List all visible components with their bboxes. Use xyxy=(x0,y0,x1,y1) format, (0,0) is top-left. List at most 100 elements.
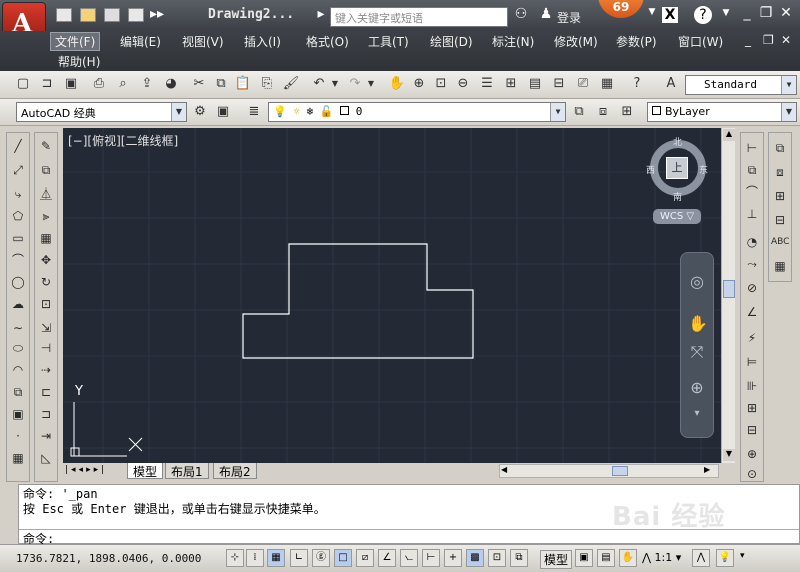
cut-icon[interactable]: ✂ xyxy=(190,75,208,93)
quick-properties-icon[interactable]: ⊡ xyxy=(488,549,506,567)
front-view-icon[interactable]: ⊞ xyxy=(771,187,789,205)
color-select[interactable]: ByLayer ▼ xyxy=(647,102,797,122)
inspect-icon[interactable]: ⊙ xyxy=(743,465,761,483)
ordinate-icon[interactable]: ⊥ xyxy=(743,205,761,223)
break-icon[interactable]: ⊏ xyxy=(37,383,55,401)
viewcube-north-label[interactable]: 北 xyxy=(673,135,682,148)
copy-object-icon[interactable]: ⧉ xyxy=(37,161,55,179)
arc-icon[interactable]: ⌒ xyxy=(9,251,27,269)
paste-special-icon[interactable]: ⎘ xyxy=(258,75,276,93)
snap-mode-icon[interactable]: ⁞ xyxy=(246,549,264,567)
polyline-icon[interactable]: ⤷ xyxy=(9,185,27,203)
chamfer-icon[interactable]: ⇥ xyxy=(37,427,55,445)
minimize-window-icon[interactable]: _ xyxy=(738,5,756,23)
dimension-space-icon[interactable]: ⊞ xyxy=(743,399,761,417)
dropdown-arrow-icon[interactable]: ▼ xyxy=(643,7,661,25)
linear-dimension-icon[interactable]: ⊢ xyxy=(743,139,761,157)
menu-file[interactable]: 文件(F) xyxy=(50,32,101,51)
left-view-icon[interactable]: ⊟ xyxy=(771,211,789,229)
viewcube-west-label[interactable]: 西 xyxy=(646,163,655,176)
lightbulb-icon[interactable]: 💡 xyxy=(716,549,734,567)
circle-icon[interactable]: ◯ xyxy=(9,273,27,291)
open-file-icon[interactable] xyxy=(80,8,96,22)
angular-icon[interactable]: ∠ xyxy=(743,303,761,321)
quick-view-drawings-icon[interactable]: ▤ xyxy=(597,549,615,567)
mirror-icon[interactable]: ⏅ xyxy=(37,185,55,203)
open-icon[interactable]: ⊐ xyxy=(38,75,56,93)
undo-dropdown-icon[interactable]: ▼ xyxy=(326,75,344,93)
scroll-down-icon[interactable]: ▼ xyxy=(723,449,735,461)
drawing-canvas[interactable]: [−][俯视][二维线框] Y xyxy=(63,128,721,463)
polar-tracking-icon[interactable]: ⓖ xyxy=(312,549,330,567)
calculator-icon[interactable]: ▦ xyxy=(598,75,616,93)
arc-length-icon[interactable]: ⌒ xyxy=(743,183,761,201)
tab-model[interactable]: 模型 xyxy=(127,463,164,479)
text-style-select[interactable]: Standard ▼ xyxy=(685,75,797,95)
workspace-toggle-icon[interactable]: ▣ xyxy=(214,103,232,121)
annotation-visibility-icon[interactable]: ⋀ xyxy=(692,549,710,567)
pan-icon[interactable]: ✋ xyxy=(388,75,406,93)
dynamic-input-icon[interactable]: ⊢ xyxy=(422,549,440,567)
grid-display-icon[interactable]: ▦ xyxy=(267,549,285,567)
tool-palettes-icon[interactable]: ▤ xyxy=(526,75,544,93)
baseline-icon[interactable]: ⊨ xyxy=(743,353,761,371)
insert-block-icon[interactable]: ⧉ xyxy=(9,383,27,401)
line-icon[interactable]: ╱ xyxy=(9,137,27,155)
erase-icon[interactable]: ✎ xyxy=(37,137,55,155)
vertical-scrollbar[interactable]: ▲ ▼ xyxy=(721,128,735,463)
menu-help[interactable]: 帮助(H) xyxy=(58,53,100,70)
spline-icon[interactable]: ∼ xyxy=(9,319,27,337)
zoom-previous-icon[interactable]: ⊖ xyxy=(454,75,472,93)
offset-icon[interactable]: ⫸ xyxy=(37,207,55,225)
steering-wheel-icon[interactable]: ◎ xyxy=(688,273,706,291)
fillet-icon[interactable]: ◺ xyxy=(37,449,55,467)
pan-hand-icon[interactable]: ✋ xyxy=(688,315,708,333)
menu-modify[interactable]: 修改(M) xyxy=(554,33,598,50)
transparency-icon[interactable]: ▩ xyxy=(466,549,484,567)
scroll-right-icon[interactable]: ▶ xyxy=(704,465,716,477)
make-block-icon[interactable]: ▣ xyxy=(9,405,27,423)
trim-icon[interactable]: ⊣ xyxy=(37,339,55,357)
center-mark-icon[interactable]: ⊕ xyxy=(743,445,761,463)
doc-close-icon[interactable]: ✕ xyxy=(781,33,791,47)
annotation-scale[interactable]: ⋀ 1:1 ▾ xyxy=(642,551,681,564)
top-view-icon[interactable]: ⧈ xyxy=(771,163,789,181)
expand-arrow-icon[interactable]: ▸ xyxy=(312,6,330,24)
extend-icon[interactable]: ⇢ xyxy=(37,361,55,379)
layer-select[interactable]: 💡 ☼ ❄ 🔓 0 ▼ xyxy=(268,102,566,122)
layer-manager-icon[interactable]: ≣ xyxy=(245,103,263,121)
3d-dwf-icon[interactable]: ◕ xyxy=(162,75,180,93)
move-icon[interactable]: ✥ xyxy=(37,251,55,269)
tab-layout1[interactable]: 布局1 xyxy=(165,463,209,479)
close-window-icon[interactable]: ✕ xyxy=(777,5,795,23)
text-style-icon[interactable]: A xyxy=(662,75,680,93)
model-space-button[interactable]: 模型 xyxy=(540,550,573,569)
rotate-icon[interactable]: ↻ xyxy=(37,273,55,291)
object-snap-tracking-icon[interactable]: ∠ xyxy=(378,549,396,567)
aligned-dimension-icon[interactable]: ⧉ xyxy=(743,161,761,179)
design-center-icon[interactable]: ⊞ xyxy=(502,75,520,93)
scroll-up-icon[interactable]: ▲ xyxy=(723,129,735,141)
menu-edit[interactable]: 编辑(E) xyxy=(120,33,161,50)
drawn-polyline-shape[interactable] xyxy=(242,243,474,359)
selection-cycling-icon[interactable]: ⧉ xyxy=(510,549,528,567)
save-icon[interactable]: ▣ xyxy=(62,75,80,93)
quick-view-layouts-icon[interactable]: ▣ xyxy=(575,549,593,567)
array-icon[interactable]: ▦ xyxy=(37,229,55,247)
table-icon[interactable]: ▦ xyxy=(771,257,789,275)
horizontal-scroll-thumb[interactable] xyxy=(612,466,628,476)
zoom-extents-icon[interactable]: ⤧ xyxy=(688,343,706,361)
paste-icon[interactable]: 📋 xyxy=(234,75,252,93)
diameter-icon[interactable]: ⊘ xyxy=(743,279,761,297)
menu-tools[interactable]: 工具(T) xyxy=(368,33,409,50)
preview-icon[interactable]: ⌕ xyxy=(114,75,132,93)
layer-previous-icon[interactable]: ⧈ xyxy=(594,103,612,121)
menu-view[interactable]: 视图(V) xyxy=(182,33,224,50)
help-icon[interactable]: ? xyxy=(694,6,712,24)
viewcube-face-top[interactable]: 上 xyxy=(666,157,688,179)
status-menu-icon[interactable]: ▾ xyxy=(740,551,745,561)
named-views-icon[interactable]: ⧉ xyxy=(771,139,789,157)
plot-icon[interactable]: ⎙ xyxy=(90,75,108,93)
quick-dimension-icon[interactable]: ⚡ xyxy=(743,329,761,347)
user-icon[interactable]: ♟ xyxy=(537,6,555,24)
